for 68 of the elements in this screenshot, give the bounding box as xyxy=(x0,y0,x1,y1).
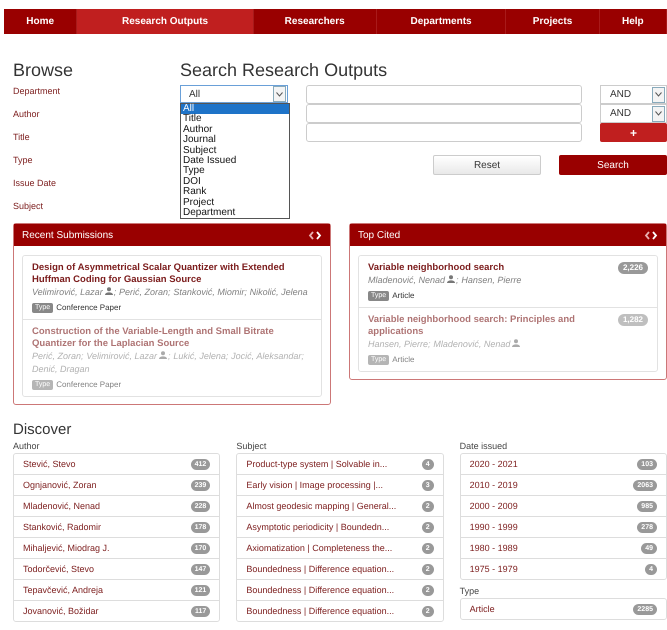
separator: ; xyxy=(456,275,459,285)
nav-tab[interactable]: Help xyxy=(600,9,667,34)
browse-link[interactable]: Subject xyxy=(13,200,180,223)
carousel-arrows-icon[interactable] xyxy=(644,230,658,240)
dropdown-option[interactable]: DOI xyxy=(181,176,289,188)
panel-title: Recent Submissions xyxy=(22,230,114,240)
nav-tab[interactable]: Research Outputs xyxy=(77,9,254,34)
facet-heading: Date issued xyxy=(460,441,508,451)
nav-tab[interactable]: Researchers xyxy=(254,9,377,34)
operator-select[interactable]: AND xyxy=(600,85,667,104)
browse-link[interactable]: Author xyxy=(13,108,180,131)
separator: ; xyxy=(168,351,171,361)
author-name[interactable]: Perić, Zoran xyxy=(118,287,168,297)
caret-icon xyxy=(652,86,665,102)
separator: ; xyxy=(244,287,247,297)
browse-heading: Browse xyxy=(13,60,74,81)
carousel-arrows-icon[interactable] xyxy=(308,230,322,240)
dropdown-option[interactable]: Author xyxy=(181,124,289,136)
dropdown-option[interactable]: Rank xyxy=(181,187,289,198)
reset-button[interactable]: Reset xyxy=(433,155,541,175)
publication-title[interactable]: Variable neighborhood search xyxy=(368,262,612,274)
separator: ; xyxy=(301,351,304,361)
publication-title[interactable]: Design of Asymmetrical Scalar Quantizer with Extended Huffman Coding for Gaussian Source xyxy=(32,262,312,286)
search-field[interactable] xyxy=(306,104,582,123)
add-button[interactable]: + xyxy=(600,123,667,142)
publication-title[interactable]: Variable neighborhood search: Principles and applications xyxy=(368,314,612,338)
separator: ; xyxy=(428,339,431,349)
publication-type: Article xyxy=(392,290,414,302)
dropdown-option[interactable]: Project xyxy=(181,198,289,208)
dropdown-option[interactable]: Department xyxy=(181,208,289,218)
author-name[interactable]: Stanković, Miomir xyxy=(173,287,244,297)
publication-type: Conference Paper xyxy=(56,302,122,314)
separator: ; xyxy=(168,287,171,297)
browse-link[interactable]: Issue Date xyxy=(13,177,180,200)
browse-link[interactable]: Title xyxy=(13,131,180,154)
citation-count: 2,226 xyxy=(618,262,648,274)
facet-heading: Subject xyxy=(236,441,268,451)
publication-title[interactable]: Construction of the Variable-Length and Small Bitrate Quantizer for the Laplacian Source xyxy=(32,326,312,350)
panel-title: Top Cited xyxy=(358,230,400,240)
dropdown-option[interactable]: Subject xyxy=(181,146,289,156)
dropdown-option[interactable]: All xyxy=(181,104,289,114)
nav-tab[interactable]: Projects xyxy=(506,9,600,34)
dropdown-option[interactable]: Journal xyxy=(181,135,289,146)
publication-type: Conference Paper xyxy=(56,379,122,391)
separator: ; xyxy=(81,351,84,361)
dropdown-option[interactable]: Type xyxy=(181,166,289,177)
separator: ; xyxy=(114,287,116,297)
discover-heading: Discover xyxy=(13,421,72,438)
dropdown-option[interactable]: Date Issued xyxy=(181,156,289,166)
separator: ; xyxy=(226,351,228,361)
nav-tab[interactable]: Departments xyxy=(376,9,506,34)
facet-heading: Author xyxy=(13,441,41,451)
author-name[interactable]: Mladenović, Nenad xyxy=(368,275,446,285)
browse-link[interactable]: Department xyxy=(13,85,180,108)
search-field[interactable] xyxy=(306,123,582,142)
dropdown-option[interactable]: Title xyxy=(181,114,289,125)
author-name[interactable]: Nikolić, Jelena xyxy=(250,287,308,297)
author-name[interactable]: Hansen, Pierre xyxy=(461,275,522,285)
facet-heading: Type xyxy=(460,586,480,596)
author-name[interactable]: Velimirović, Lazar xyxy=(32,287,103,297)
publication-type: Article xyxy=(392,354,414,366)
search-heading: Search Research Outputs xyxy=(180,60,388,81)
caret-icon xyxy=(652,106,665,122)
citation-count: 1,282 xyxy=(618,314,648,326)
search-button[interactable]: Search xyxy=(559,155,667,175)
browse-link[interactable]: Type xyxy=(13,154,180,177)
operator-select[interactable]: AND xyxy=(600,104,667,123)
search-field[interactable] xyxy=(306,85,582,104)
